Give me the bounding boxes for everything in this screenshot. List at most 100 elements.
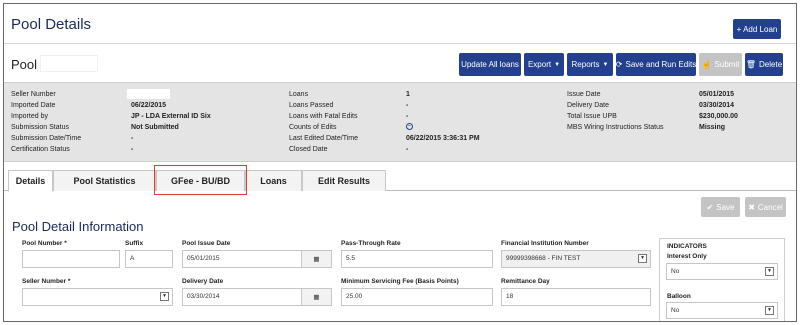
financial-institution-number-label: Financial Institution Number xyxy=(501,240,589,247)
balloon-label: Balloon xyxy=(667,293,691,300)
delete-button[interactable]: 🗑 Delete xyxy=(745,53,783,76)
summary-label: Closed Date xyxy=(289,146,328,153)
tab-loans[interactable]: Loans xyxy=(245,170,302,191)
suffix-label: Suffix xyxy=(125,240,144,247)
summary-value: - xyxy=(406,146,409,153)
add-loan-button[interactable]: + Add Loan xyxy=(733,19,781,39)
pool-issue-date-value: 05/01/2015 xyxy=(187,255,220,262)
summary-label: Delivery Date xyxy=(567,102,610,109)
save-label: Save xyxy=(716,202,735,212)
pool-number-label: Pool Number * xyxy=(22,240,67,247)
app-window: Pool Details + Add Loan Pool : Update Al… xyxy=(3,3,797,322)
pass-through-rate-field[interactable]: 5.5 xyxy=(341,250,493,268)
summary-label: Imported by xyxy=(11,113,48,120)
interest-only-value: No xyxy=(671,268,680,275)
chevron-down-icon: ▼ xyxy=(160,292,169,301)
pool-summary-panel: Seller Number Imported Date 06/22/2015 I… xyxy=(4,82,796,162)
section-title: Pool Detail Information xyxy=(12,219,144,234)
summary-value: 06/22/2015 xyxy=(131,102,167,109)
summary-label: Seller Number xyxy=(11,91,56,98)
summary-label: Loans xyxy=(289,91,309,98)
indicators-title: INDICATORS xyxy=(667,243,707,250)
delete-label: Delete xyxy=(759,60,783,69)
indicators-panel: INDICATORS Interest Only No ▼ Balloon No… xyxy=(659,238,785,321)
summary-value: - xyxy=(131,135,134,142)
save-and-run-edits-label: Save and Run Edits xyxy=(625,60,697,69)
min-servicing-fee-label: Minimum Servicing Fee (Basis Points) xyxy=(341,278,459,285)
tab-edit-results[interactable]: Edit Results xyxy=(302,170,386,191)
interest-only-select[interactable]: No ▼ xyxy=(666,263,778,280)
remittance-day-field[interactable]: 18 xyxy=(501,288,651,306)
check-icon: ✔ xyxy=(706,202,714,212)
calendar-icon[interactable]: ▦ xyxy=(301,289,331,305)
calendar-icon[interactable]: ▦ xyxy=(301,251,331,267)
balloon-select[interactable]: No ▼ xyxy=(666,302,778,319)
interest-only-label: Interest Only xyxy=(667,253,707,260)
summary-value: - xyxy=(131,146,134,153)
highlight-box xyxy=(154,165,247,195)
chevron-down-icon: ▼ xyxy=(638,254,647,263)
delivery-date-field[interactable]: 03/30/2014 ▦ xyxy=(182,288,332,306)
suffix-field[interactable]: A xyxy=(125,250,173,268)
trash-icon: 🗑 xyxy=(745,60,757,69)
chevron-down-icon: ▼ xyxy=(554,61,561,68)
summary-value: - xyxy=(406,113,409,120)
export-button[interactable]: Export ▼ xyxy=(524,53,564,76)
remittance-day-label: Remittance Day xyxy=(501,278,550,285)
pool-issue-date-label: Pool Issue Date xyxy=(182,240,231,247)
cancel-label: Cancel xyxy=(757,202,783,212)
add-loan-label: + Add Loan xyxy=(736,24,778,34)
reports-label: Reports xyxy=(571,60,600,69)
tab-pool-statistics[interactable]: Pool Statistics xyxy=(53,170,156,191)
pool-id-field xyxy=(40,55,98,72)
cancel-button[interactable]: ✖ Cancel xyxy=(745,197,786,217)
summary-label: Loans with Fatal Edits xyxy=(289,113,358,120)
chevron-down-icon: ▼ xyxy=(765,306,774,315)
save-and-run-edits-button[interactable]: ⟳ Save and Run Edits xyxy=(616,53,696,76)
toggle-edits-icon[interactable]: − xyxy=(406,123,413,130)
summary-label: Issue Date xyxy=(567,91,601,98)
min-servicing-fee-field[interactable]: 25.00 xyxy=(341,288,493,306)
summary-value: 05/01/2015 xyxy=(699,91,735,98)
summary-label: Last Edited Date/Time xyxy=(289,135,358,142)
page-title: Pool Details xyxy=(11,16,92,33)
summary-value: $230,000.00 xyxy=(699,113,738,120)
pool-issue-date-field[interactable]: 05/01/2015 ▦ xyxy=(182,250,332,268)
page-header: Pool Details + Add Loan xyxy=(4,4,796,44)
seller-number-select[interactable]: ▼ xyxy=(22,288,173,306)
delivery-date-value: 03/30/2014 xyxy=(187,293,220,300)
tab-bar: Details Pool Statistics GFee - BU/BD Loa… xyxy=(4,170,796,192)
close-icon: ✖ xyxy=(748,202,755,212)
chevron-down-icon: ▼ xyxy=(602,61,609,68)
tab-details[interactable]: Details xyxy=(8,170,53,192)
thumbs-up-icon: ☝ xyxy=(701,60,712,69)
summary-label: Loans Passed xyxy=(289,102,334,109)
summary-value: 03/30/2014 xyxy=(699,102,735,109)
update-all-loans-label: Update All loans xyxy=(461,60,519,69)
delivery-date-label: Delivery Date xyxy=(182,278,224,285)
submit-button[interactable]: ☝ Submit xyxy=(699,53,742,76)
update-all-loans-button[interactable]: Update All loans xyxy=(459,53,521,76)
redacted-seller-number xyxy=(127,89,170,99)
pass-through-rate-label: Pass-Through Rate xyxy=(341,240,401,247)
pool-toolbar: Pool : Update All loans Export ▼ Reports ▼… xyxy=(4,48,796,82)
save-button[interactable]: ✔ Save xyxy=(701,197,740,217)
financial-institution-number-value: 99999398668 - FIN TEST xyxy=(506,255,581,262)
summary-label: Certification Status xyxy=(11,146,70,153)
summary-value: JP - LDA External ID Six xyxy=(131,113,211,120)
pool-number-field[interactable] xyxy=(22,250,120,268)
seller-number-label: Seller Number * xyxy=(22,278,71,285)
export-label: Export xyxy=(527,60,552,69)
refresh-icon: ⟳ xyxy=(615,60,623,69)
summary-value: - xyxy=(406,102,409,109)
summary-label: Submission Status xyxy=(11,124,69,131)
summary-label: Counts of Edits xyxy=(289,124,337,131)
summary-label: Submission Date/Time xyxy=(11,135,82,142)
summary-value: 1 xyxy=(406,91,410,98)
reports-button[interactable]: Reports ▼ xyxy=(567,53,613,76)
summary-label: Imported Date xyxy=(11,102,56,109)
balloon-value: No xyxy=(671,307,680,314)
summary-value: 06/22/2015 3:36:31 PM xyxy=(406,135,480,142)
financial-institution-number-select[interactable]: 99999398668 - FIN TEST ▼ xyxy=(501,250,651,268)
summary-label: MBS Wiring Instructions Status xyxy=(567,124,664,131)
